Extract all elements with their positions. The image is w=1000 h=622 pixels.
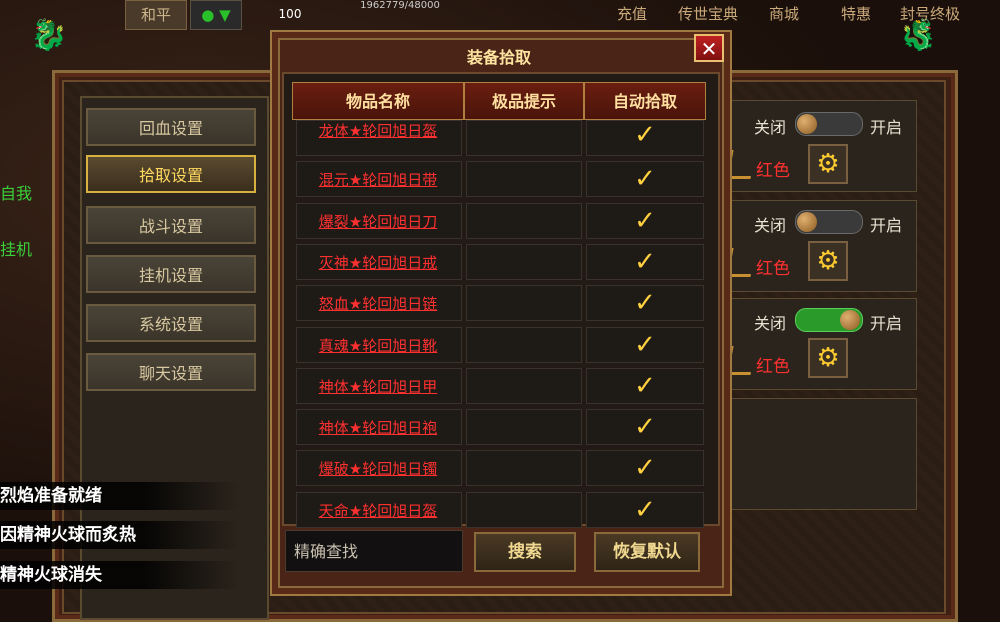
setting-row-empty bbox=[728, 398, 917, 510]
gear-icon[interactable]: ⚙ bbox=[808, 144, 848, 184]
nav-combat[interactable]: 战斗设置 bbox=[86, 206, 256, 244]
chat-line: 精神火球消失 bbox=[0, 561, 240, 589]
menu-codex[interactable]: 传世宝典 bbox=[670, 0, 746, 28]
toggle-off-label: 关闭 bbox=[754, 216, 787, 235]
search-button[interactable]: 搜索 bbox=[474, 532, 576, 572]
chat-line: 烈焰准备就绪 bbox=[0, 482, 240, 510]
item-name-link[interactable]: 天命★轮回旭日盔 bbox=[294, 500, 462, 521]
rare-hint-cell[interactable] bbox=[466, 368, 582, 404]
auto-label: 自我 bbox=[0, 184, 33, 203]
gear-icon[interactable]: ⚙ bbox=[808, 338, 848, 378]
item-name-link[interactable]: 爆裂★轮回旭日刀 bbox=[294, 211, 462, 232]
checkmark-icon[interactable]: ✓ bbox=[632, 290, 658, 316]
toggle-off-label: 关闭 bbox=[754, 314, 787, 333]
column-header-rare-hint[interactable]: 极品提示 bbox=[464, 82, 584, 120]
rare-hint-cell[interactable] bbox=[466, 120, 582, 156]
dragon-ornament-left: 🐉 bbox=[30, 18, 68, 53]
pk-mode-button[interactable]: 和平 bbox=[125, 0, 187, 30]
item-name-link[interactable]: 真魂★轮回旭日靴 bbox=[294, 335, 462, 356]
menu-recharge[interactable]: 充值 bbox=[612, 0, 652, 28]
rare-hint-cell[interactable] bbox=[466, 285, 582, 321]
checkmark-icon[interactable]: ✓ bbox=[632, 414, 658, 440]
nav-system[interactable]: 系统设置 bbox=[86, 304, 256, 342]
reset-default-button[interactable]: 恢复默认 bbox=[594, 532, 700, 572]
checkmark-icon[interactable]: ✓ bbox=[632, 455, 658, 481]
color-label: 红色 bbox=[756, 161, 790, 181]
nav-idle[interactable]: 挂机设置 bbox=[86, 255, 256, 293]
dragon-ornament-right: 🐉 bbox=[900, 18, 938, 53]
toggle-switch-2[interactable] bbox=[795, 210, 863, 234]
rare-hint-cell[interactable] bbox=[466, 409, 582, 445]
checkmark-icon[interactable]: ✓ bbox=[632, 373, 658, 399]
checkmark-icon[interactable]: ✓ bbox=[632, 122, 658, 148]
status-indicator-icon: ● bbox=[201, 6, 215, 24]
toggle-switch-1[interactable] bbox=[795, 112, 863, 136]
menu-special-offer[interactable]: 特惠 bbox=[836, 0, 876, 28]
level-badge: 100 bbox=[278, 7, 302, 21]
color-label: 红色 bbox=[756, 259, 790, 279]
column-header-name[interactable]: 物品名称 bbox=[292, 82, 464, 120]
toggle-knob bbox=[840, 310, 860, 330]
toggle-on-label: 开启 bbox=[870, 118, 903, 137]
item-name-link[interactable]: 灭神★轮回旭日戒 bbox=[294, 252, 462, 273]
close-icon[interactable]: ✕ bbox=[694, 34, 724, 62]
item-name-link[interactable]: 神体★轮回旭日袍 bbox=[294, 417, 462, 438]
item-name-link[interactable]: 混元★轮回旭日带 bbox=[294, 169, 462, 190]
chevron-down-icon: ▼ bbox=[219, 6, 231, 24]
toggle-knob bbox=[797, 114, 817, 134]
rare-hint-cell[interactable] bbox=[466, 244, 582, 280]
item-name-link[interactable]: 神体★轮回旭日甲 bbox=[294, 376, 462, 397]
nav-pickup[interactable]: 拾取设置 bbox=[86, 155, 256, 193]
toggle-knob bbox=[797, 212, 817, 232]
rare-hint-cell[interactable] bbox=[466, 161, 582, 197]
rare-hint-cell[interactable] bbox=[466, 450, 582, 486]
rare-hint-cell[interactable] bbox=[466, 492, 582, 528]
column-header-auto-pickup[interactable]: 自动拾取 bbox=[584, 82, 706, 120]
checkmark-icon[interactable]: ✓ bbox=[632, 208, 658, 234]
exp-readout: 1962779/48000 bbox=[360, 0, 440, 11]
chat-line: 因精神火球而炙热 bbox=[0, 521, 240, 549]
status-dropdown[interactable]: ● ▼ bbox=[190, 0, 242, 30]
toggle-on-label: 开启 bbox=[870, 216, 903, 235]
nav-chat[interactable]: 聊天设置 bbox=[86, 353, 256, 391]
modal-title: 装备拾取 bbox=[466, 48, 531, 67]
search-input[interactable]: 精确查找 bbox=[285, 530, 463, 572]
gear-icon[interactable]: ⚙ bbox=[808, 241, 848, 281]
color-label: 红色 bbox=[756, 357, 790, 377]
idle-label: 挂机 bbox=[0, 240, 33, 259]
toggle-switch-3[interactable] bbox=[795, 308, 863, 332]
nav-hp-recovery[interactable]: 回血设置 bbox=[86, 108, 256, 146]
toggle-off-label: 关闭 bbox=[754, 118, 787, 137]
checkmark-icon[interactable]: ✓ bbox=[632, 249, 658, 275]
item-name-link[interactable]: 龙体★轮回旭日盔 bbox=[294, 120, 462, 141]
toggle-on-label: 开启 bbox=[870, 314, 903, 333]
checkmark-icon[interactable]: ✓ bbox=[632, 166, 658, 192]
rare-hint-cell[interactable] bbox=[466, 327, 582, 363]
item-name-link[interactable]: 爆破★轮回旭日镯 bbox=[294, 458, 462, 479]
rare-hint-cell[interactable] bbox=[466, 203, 582, 239]
checkmark-icon[interactable]: ✓ bbox=[632, 332, 658, 358]
menu-shop[interactable]: 商城 bbox=[764, 0, 804, 28]
checkmark-icon[interactable]: ✓ bbox=[632, 497, 658, 523]
item-name-link[interactable]: 怒血★轮回旭日链 bbox=[294, 293, 462, 314]
